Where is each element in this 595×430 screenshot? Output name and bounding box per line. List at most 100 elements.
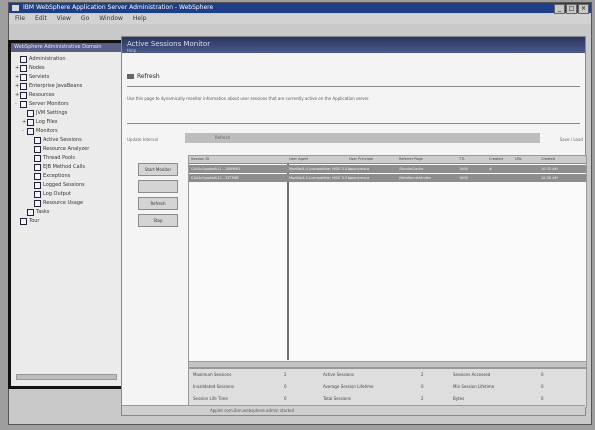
sessions-table: Session ID User Agent User Principal Referr…	[188, 155, 587, 362]
tree-item-label: Tasks	[36, 209, 50, 215]
column-header[interactable]: Referrer Page	[399, 156, 423, 163]
tree-item[interactable]: Tasks	[22, 208, 49, 216]
title-bar: IBM WebSphere Application Server Adminis…	[9, 3, 591, 14]
page-banner: Active Sessions Monitor Help	[122, 37, 585, 53]
options-label: Update Interval	[127, 137, 159, 142]
folder-icon	[34, 154, 41, 162]
tree-item[interactable]: Active Sessions	[29, 136, 82, 144]
tree-item[interactable]: Resource Usage	[29, 199, 83, 207]
tree-item[interactable]: Thread Pools	[29, 154, 75, 162]
table-row[interactable]: CA04c0gqdwfk11...1BR9MD Mozilla/4.0 (comp…	[189, 165, 586, 173]
stat-label: Bytes	[453, 396, 465, 401]
folder-icon	[34, 163, 41, 171]
tree-item[interactable]: Log Output	[29, 190, 71, 198]
folder-icon	[20, 100, 27, 108]
app-icon	[12, 5, 19, 11]
tree-item[interactable]: - Monitors	[22, 127, 58, 135]
tree-item-label: Monitors	[36, 128, 58, 134]
table-cell: CA04c0gqdwfk12...3ZTM8F	[191, 176, 240, 180]
table-cell: 10:36 AM	[541, 176, 558, 180]
column-header[interactable]: Session ID	[191, 156, 209, 163]
tree-item[interactable]: + Log Files	[22, 118, 58, 126]
stop-button[interactable]: Stop	[138, 214, 178, 227]
stat-label: Total Sessions	[323, 396, 351, 401]
menu-view[interactable]: View	[57, 15, 71, 22]
help-link[interactable]: Help	[127, 48, 585, 53]
tree-item-label: Enterprise JavaBeans	[29, 83, 83, 89]
tree-item-label: EJB Method Calls	[43, 164, 85, 170]
folder-icon	[20, 55, 27, 63]
folder-icon	[34, 136, 41, 144]
tree-horizontal-scrollbar[interactable]	[16, 374, 117, 380]
divider	[127, 123, 580, 124]
table-cell: /ServletCache	[399, 167, 424, 171]
tree-item-label: Server Monitors	[29, 101, 69, 107]
column-splitter[interactable]	[287, 164, 289, 360]
tree-item[interactable]: Exceptions	[29, 172, 70, 180]
menu-go[interactable]: Go	[81, 15, 89, 22]
start-monitor-button[interactable]: Start Monitor	[138, 163, 178, 176]
stat-label: Average Session Lifetime	[323, 384, 374, 389]
column-header[interactable]: User Principal	[349, 156, 373, 163]
stats-row: Invalidated Sessions 0 Average Session Lif…	[189, 381, 586, 393]
stats-row: Session Life Time 0 Total Sessions 2 Bytes 0	[189, 393, 586, 405]
column-header[interactable]: TTL	[459, 156, 465, 163]
table-cell: Mozilla/4.0 (compatible; MSIE 5.01;...	[289, 176, 355, 180]
tree-item[interactable]: JVM Settings	[22, 109, 67, 117]
tree-item-label: Resources	[29, 92, 55, 98]
stat-label: Session Life Time	[193, 396, 228, 401]
tree-item-label: Administration	[29, 56, 66, 62]
stat-value: 2	[421, 396, 424, 401]
table-row[interactable]: CA04c0gqdwfk12...3ZTM8F Mozilla/4.0 (comp…	[189, 174, 586, 182]
navigation-tree-panel: WebSphere Administrative Domain Administ…	[8, 40, 125, 389]
table-cell: Mozilla/4.0 (compatible; MSIE 5.01;...	[289, 167, 355, 171]
folder-icon	[27, 118, 34, 126]
refresh-button[interactable]: Refresh	[138, 197, 178, 210]
tree-item[interactable]: EJB Method Calls	[29, 163, 85, 171]
main-content: Active Sessions Monitor Help Refresh Use…	[121, 36, 587, 416]
options-right-label[interactable]: Save / Load	[560, 137, 583, 142]
close-button[interactable]: ×	[578, 4, 589, 14]
session-statistics: Maximum Sessions 2 Active Sessions 2 Session…	[188, 368, 587, 408]
tree-item[interactable]: Resource Analyzer	[29, 145, 89, 153]
folder-icon	[34, 190, 41, 198]
folder-icon	[20, 91, 27, 99]
tree-item[interactable]: Logged Sessions	[29, 181, 85, 189]
tree-item[interactable]: + Servlets	[15, 73, 49, 81]
menu-window[interactable]: Window	[99, 15, 123, 22]
menu-file[interactable]: File	[15, 15, 25, 22]
tree-item[interactable]: + Enterprise JavaBeans	[15, 82, 82, 90]
table-cell: 1800	[459, 176, 468, 180]
column-header[interactable]: Created	[489, 156, 503, 163]
window-title: IBM WebSphere Application Server Adminis…	[23, 4, 214, 11]
tree-item[interactable]: + Nodes	[15, 64, 45, 72]
table-cell: #	[489, 167, 492, 171]
tree-item-label: Resource Analyzer	[43, 146, 90, 152]
table-cell: CA04c0gqdwfk11...1BR9MD	[191, 167, 241, 171]
stat-value: 0	[284, 384, 287, 389]
table-cell: anonymous	[349, 176, 370, 180]
page-title: Active Sessions Monitor	[127, 40, 211, 48]
stat-value: 2	[421, 372, 424, 377]
menu-edit[interactable]: Edit	[35, 15, 47, 22]
stat-label: Min Session Lifetime	[453, 384, 495, 389]
tree-item[interactable]: Tour	[15, 217, 40, 225]
tree-item-label: Thread Pools	[43, 155, 76, 161]
minimize-button[interactable]: _	[554, 4, 565, 14]
table-horizontal-scrollbar[interactable]	[188, 361, 587, 368]
column-header[interactable]: Created	[541, 156, 555, 163]
table-header: Session ID User Agent User Principal Referr…	[189, 156, 586, 164]
tree-item[interactable]: - Server Monitors	[15, 100, 69, 108]
status-text: Applet com.ibm.websphere.admin started	[210, 408, 295, 413]
tree-item[interactable]: Administration	[15, 55, 66, 63]
refresh-control[interactable]: Refresh	[127, 73, 160, 80]
menu-help[interactable]: Help	[133, 15, 147, 22]
folder-icon	[20, 217, 27, 225]
menu-bar: File Edit View Go Window Help	[9, 14, 591, 24]
options-bar[interactable]: Refresh	[185, 133, 540, 143]
tree-item[interactable]: + Resources	[15, 91, 55, 99]
blank-button[interactable]	[138, 180, 178, 193]
column-header[interactable]: User Agent	[289, 156, 308, 163]
maximize-button[interactable]: □	[566, 4, 577, 14]
column-header[interactable]: URL	[515, 156, 522, 163]
